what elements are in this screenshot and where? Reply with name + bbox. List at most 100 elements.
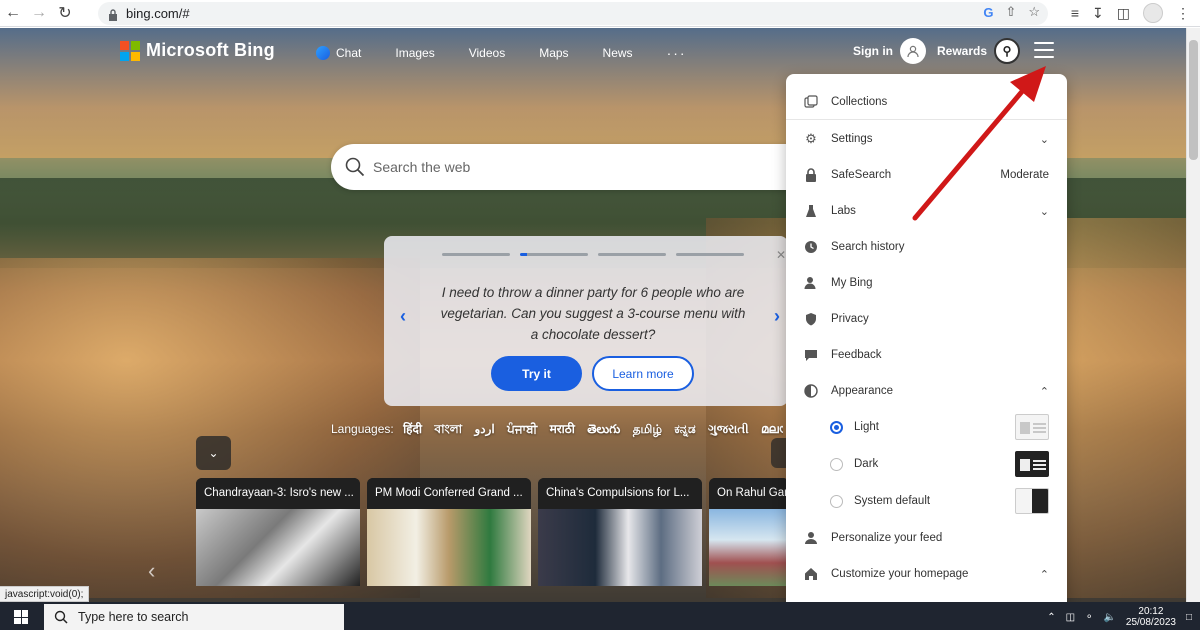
profile-avatar[interactable] <box>1143 3 1163 23</box>
nav-news[interactable]: News <box>603 46 633 60</box>
close-icon[interactable]: ✕ <box>776 248 786 262</box>
language-link[interactable]: اردو <box>474 422 494 436</box>
menu-personalize-feed[interactable]: Personalize your feed <box>786 521 1067 555</box>
feed-next-button[interactable] <box>771 438 786 468</box>
language-link[interactable]: മലയാളം <box>761 422 783 436</box>
shield-icon <box>803 311 819 327</box>
nav-maps[interactable]: Maps <box>539 46 568 60</box>
menu-appearance[interactable]: Appearance ⌃ <box>786 374 1067 408</box>
menu-feedback[interactable]: Feedback <box>786 338 1067 372</box>
news-tile[interactable]: PM Modi Conferred Grand ... <box>367 478 531 586</box>
menu-privacy[interactable]: Privacy <box>786 302 1067 336</box>
chevron-down-icon: ⌄ <box>208 446 219 460</box>
option-label: Dark <box>854 458 879 470</box>
top-navigation: Chat Images Videos Maps News ··· <box>316 45 721 61</box>
progress-segment-active[interactable] <box>520 253 588 256</box>
address-bar[interactable]: bing.com/# G ⇧ ☆ <box>98 2 1048 25</box>
home-icon <box>803 566 819 582</box>
language-link[interactable]: हिंदी <box>403 422 422 436</box>
menu-label: Search history <box>831 241 905 253</box>
taskbar-search-box[interactable]: Type here to search <box>44 604 344 630</box>
learn-more-button[interactable]: Learn more <box>592 356 694 391</box>
download-icon[interactable]: ↧ <box>1092 5 1104 22</box>
dark-theme-preview-icon <box>1015 451 1049 477</box>
search-placeholder: Search the web <box>373 159 471 175</box>
language-link[interactable]: ગુજરાતી <box>708 422 749 436</box>
language-link[interactable]: ਪੰਜਾਬੀ <box>507 422 537 436</box>
chevron-up-icon[interactable]: ⌃ <box>1047 612 1055 623</box>
side-panel-icon[interactable]: ◫ <box>1117 5 1130 22</box>
carousel-prev-icon[interactable]: ‹ <box>148 558 155 584</box>
chat-icon <box>316 46 330 60</box>
taskbar-clock[interactable]: 20:12 25/08/2023 <box>1126 606 1176 628</box>
language-link[interactable]: मराठी <box>550 422 575 436</box>
menu-label: My Bing <box>831 277 873 289</box>
windows-start-icon[interactable] <box>14 610 28 624</box>
nav-videos[interactable]: Videos <box>469 46 505 60</box>
language-link[interactable]: తెలుగు <box>587 422 620 436</box>
languages-bar: Languages: हिंदी বাংলা اردو ਪੰਜਾਬੀ मराठी… <box>331 420 783 441</box>
expand-feed-button[interactable]: ⌄ <box>196 436 231 470</box>
news-tile[interactable]: Chandrayaan-3: Isro's new ... <box>196 478 360 586</box>
bing-logo[interactable]: Microsoft Bing <box>120 40 275 61</box>
menu-label: Labs <box>831 205 856 217</box>
rewards-label: Rewards <box>937 44 988 58</box>
hamburger-menu-icon[interactable] <box>1034 42 1054 58</box>
progress-segment[interactable] <box>676 253 744 256</box>
appearance-dark-option[interactable]: Dark <box>786 447 1067 481</box>
volume-icon[interactable]: 🔈 <box>1103 612 1115 623</box>
forward-icon[interactable]: → <box>26 1 52 25</box>
search-icon <box>345 157 365 177</box>
microsoft-logo-icon <box>120 40 140 61</box>
windows-taskbar: Type here to search ⌃ ◫ ⚬ 🔈 20:12 25/08/… <box>0 602 1200 630</box>
wifi-icon[interactable]: ⚬ <box>1085 612 1093 623</box>
menu-search-history[interactable]: Search history <box>786 230 1067 264</box>
news-title: China's Compulsions for L... <box>538 478 702 509</box>
search-box[interactable]: Search the web <box>331 144 801 190</box>
news-tile[interactable]: On Rahul Gan <box>709 478 789 586</box>
radio-unselected[interactable] <box>830 457 843 471</box>
menu-label: Settings <box>831 133 873 145</box>
page-scrollbar[interactable] <box>1186 28 1200 602</box>
nav-more[interactable]: ··· <box>667 45 687 61</box>
news-tile[interactable]: China's Compulsions for L... <box>538 478 702 586</box>
share-icon[interactable]: ⇧ <box>1005 4 1016 20</box>
menu-label: SafeSearch <box>831 169 892 181</box>
chevron-up-icon: ⌃ <box>1039 385 1049 398</box>
flask-icon <box>803 203 819 219</box>
chevron-up-icon: ⌃ <box>1039 568 1049 581</box>
bookmark-star-icon[interactable]: ☆ <box>1028 4 1040 20</box>
lock-icon <box>803 167 819 183</box>
network-icon[interactable]: ◫ <box>1066 612 1075 623</box>
google-icon[interactable]: G <box>983 5 993 20</box>
chevron-right-icon[interactable]: › <box>774 306 780 327</box>
more-icon: ··· <box>666 45 687 61</box>
appearance-system-option[interactable]: System default <box>786 484 1067 518</box>
try-it-button[interactable]: Try it <box>491 356 582 391</box>
notifications-icon[interactable]: □ <box>1186 612 1192 623</box>
gear-icon: ⚙ <box>805 131 817 146</box>
scrollbar-thumb[interactable] <box>1189 40 1198 160</box>
radio-selected[interactable] <box>830 420 843 434</box>
language-link[interactable]: தமிழ் <box>633 422 662 436</box>
news-carousel: Chandrayaan-3: Isro's new ... PM Modi Co… <box>196 478 789 586</box>
chevron-left-icon[interactable]: ‹ <box>400 306 406 327</box>
reading-list-icon[interactable]: ≡ <box>1071 5 1079 21</box>
appearance-light-option[interactable]: Light <box>786 410 1067 444</box>
option-label: System default <box>854 495 931 507</box>
chrome-menu-icon[interactable]: ⋮ <box>1176 5 1190 22</box>
language-link[interactable]: ಕನ್ನಡ <box>674 422 695 436</box>
menu-my-bing[interactable]: My Bing <box>786 266 1067 300</box>
reload-icon[interactable]: ↻ <box>52 1 78 25</box>
menu-customize-homepage[interactable]: Customize your homepage ⌃ <box>786 557 1067 591</box>
nav-chat[interactable]: Chat <box>316 46 361 60</box>
nav-label: Images <box>395 46 435 60</box>
progress-segment[interactable] <box>442 253 510 256</box>
menu-label: Customize your homepage <box>831 568 969 580</box>
progress-segment[interactable] <box>598 253 666 256</box>
language-link[interactable]: বাংলা <box>434 422 462 436</box>
radio-unselected[interactable] <box>830 494 843 508</box>
taskbar-search-placeholder: Type here to search <box>78 610 189 624</box>
nav-images[interactable]: Images <box>395 46 434 60</box>
back-icon[interactable]: ← <box>0 1 26 25</box>
